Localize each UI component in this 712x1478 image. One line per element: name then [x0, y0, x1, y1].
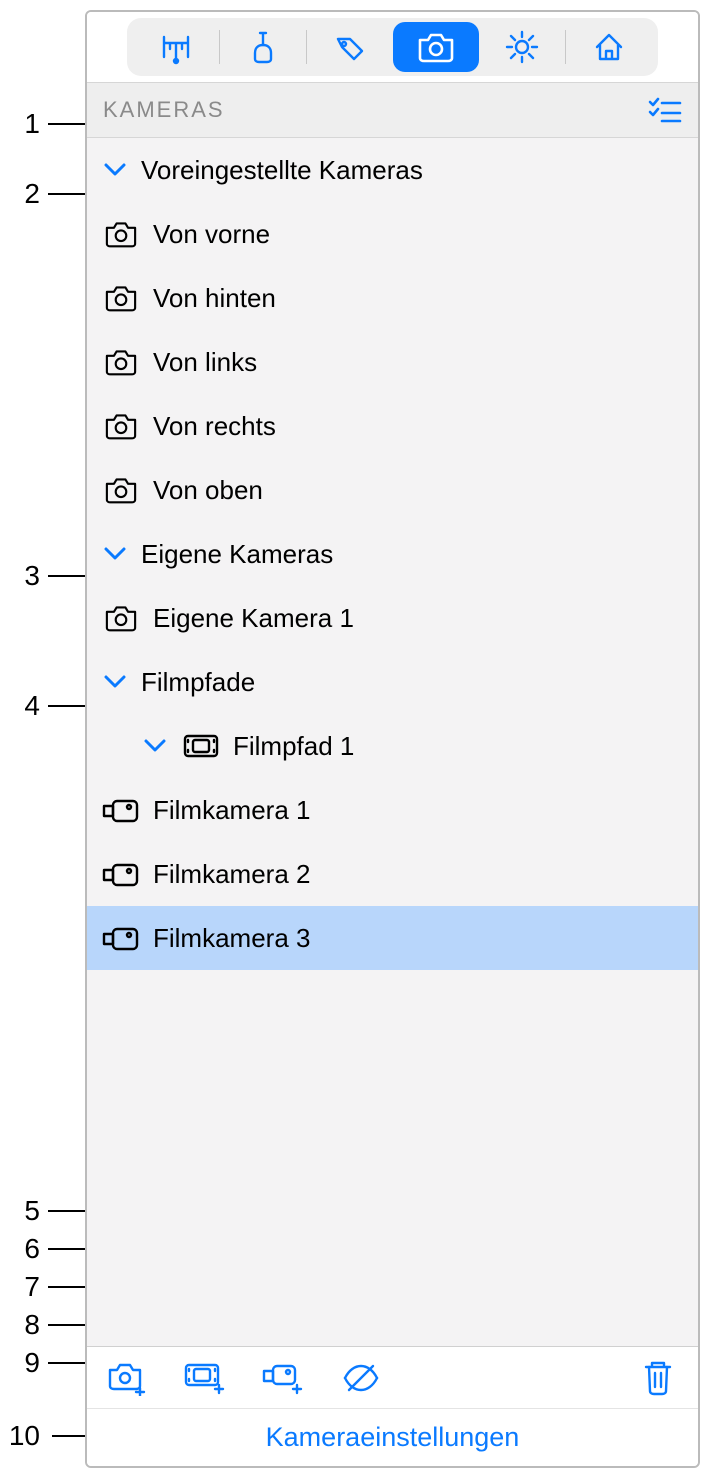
- camera-icon: [101, 219, 141, 249]
- house-icon: [591, 29, 627, 65]
- item-label: Von links: [153, 347, 257, 378]
- section-header: KAMERAS: [87, 82, 698, 138]
- movie-camera-icon: [101, 860, 141, 888]
- cameras-tab[interactable]: [393, 22, 479, 72]
- footer-row: Kameraeinstellungen: [87, 1408, 698, 1466]
- film-camera-1[interactable]: Filmkamera 1: [87, 778, 698, 842]
- film-camera-3[interactable]: Filmkamera 3: [87, 906, 698, 970]
- top-toolbar: [87, 12, 698, 82]
- eye-slash-icon: [341, 1362, 381, 1394]
- camera-item-custom-1[interactable]: Eigene Kamera 1: [87, 586, 698, 650]
- chevron-down-icon: [101, 163, 129, 177]
- callout-3: 3: [0, 560, 40, 592]
- materials-tab[interactable]: [220, 22, 306, 72]
- group-film-paths[interactable]: Filmpfade: [87, 650, 698, 714]
- add-camera-button[interactable]: [105, 1358, 149, 1398]
- camera-icon: [101, 283, 141, 313]
- camera-item-back[interactable]: Von hinten: [87, 266, 698, 330]
- group-label: Eigene Kameras: [141, 539, 333, 570]
- item-label: Filmkamera 1: [153, 795, 310, 826]
- camera-list: Voreingestellte Kameras Von vorne Von hi…: [87, 138, 698, 1346]
- item-label: Eigene Kamera 1: [153, 603, 354, 634]
- film-path-1[interactable]: Filmpfad 1: [87, 714, 698, 778]
- group-label: Filmpfade: [141, 667, 255, 698]
- camera-item-front[interactable]: Von vorne: [87, 202, 698, 266]
- camera-icon: [101, 347, 141, 377]
- camera-item-right[interactable]: Von rechts: [87, 394, 698, 458]
- toggle-visibility-button[interactable]: [339, 1358, 383, 1398]
- camera-icon: [416, 30, 456, 64]
- camera-plus-icon: [106, 1360, 148, 1396]
- callout-9: 9: [0, 1347, 40, 1379]
- checklist-icon: [648, 96, 682, 124]
- callout-7: 7: [0, 1271, 40, 1303]
- measure-tab[interactable]: [133, 22, 219, 72]
- caliper-icon: [158, 29, 194, 65]
- item-label: Von oben: [153, 475, 263, 506]
- group-preset-cameras[interactable]: Voreingestellte Kameras: [87, 138, 698, 202]
- movie-camera-icon: [101, 924, 141, 952]
- callout-2: 2: [0, 178, 40, 210]
- lighting-tab[interactable]: [479, 22, 565, 72]
- filmstrip-plus-icon: [183, 1361, 227, 1395]
- camera-item-top[interactable]: Von oben: [87, 458, 698, 522]
- chevron-down-icon: [141, 739, 169, 753]
- item-label: Filmkamera 3: [153, 923, 310, 954]
- callout-4: 4: [0, 690, 40, 722]
- sun-icon: [504, 29, 540, 65]
- camera-icon: [101, 603, 141, 633]
- camera-settings-link[interactable]: Kameraeinstellungen: [266, 1422, 520, 1453]
- filmstrip-icon: [181, 732, 221, 760]
- add-film-camera-button[interactable]: [261, 1358, 305, 1398]
- inspector-panel: KAMERAS Voreingestellte Kameras Von vorn…: [85, 10, 700, 1468]
- item-label: Von hinten: [153, 283, 276, 314]
- chevron-down-icon: [101, 675, 129, 689]
- tag-icon: [332, 29, 368, 65]
- delete-button[interactable]: [636, 1358, 680, 1398]
- item-label: Von rechts: [153, 411, 276, 442]
- bottom-toolbar: [87, 1346, 698, 1408]
- movie-camera-plus-icon: [261, 1361, 305, 1395]
- callout-10: 10: [0, 1420, 40, 1452]
- item-label: Filmkamera 2: [153, 859, 310, 890]
- camera-icon: [101, 411, 141, 441]
- path-label: Filmpfad 1: [233, 731, 354, 762]
- group-custom-cameras[interactable]: Eigene Kameras: [87, 522, 698, 586]
- toolbar-segmented: [127, 18, 658, 76]
- callout-1: 1: [0, 108, 40, 140]
- film-camera-2[interactable]: Filmkamera 2: [87, 842, 698, 906]
- add-path-button[interactable]: [183, 1358, 227, 1398]
- group-label: Voreingestellte Kameras: [141, 155, 423, 186]
- movie-camera-icon: [101, 796, 141, 824]
- camera-icon: [101, 475, 141, 505]
- trash-icon: [642, 1359, 674, 1397]
- callout-6: 6: [0, 1233, 40, 1265]
- annotations-tab[interactable]: [307, 22, 393, 72]
- item-label: Von vorne: [153, 219, 270, 250]
- architecture-tab[interactable]: [566, 22, 652, 72]
- section-title: KAMERAS: [103, 97, 225, 123]
- chevron-down-icon: [101, 547, 129, 561]
- callout-8: 8: [0, 1309, 40, 1341]
- selection-options-button[interactable]: [648, 96, 682, 124]
- callout-5: 5: [0, 1195, 40, 1227]
- bottom-left-group: [105, 1358, 383, 1398]
- brush-icon: [245, 29, 281, 65]
- camera-item-left[interactable]: Von links: [87, 330, 698, 394]
